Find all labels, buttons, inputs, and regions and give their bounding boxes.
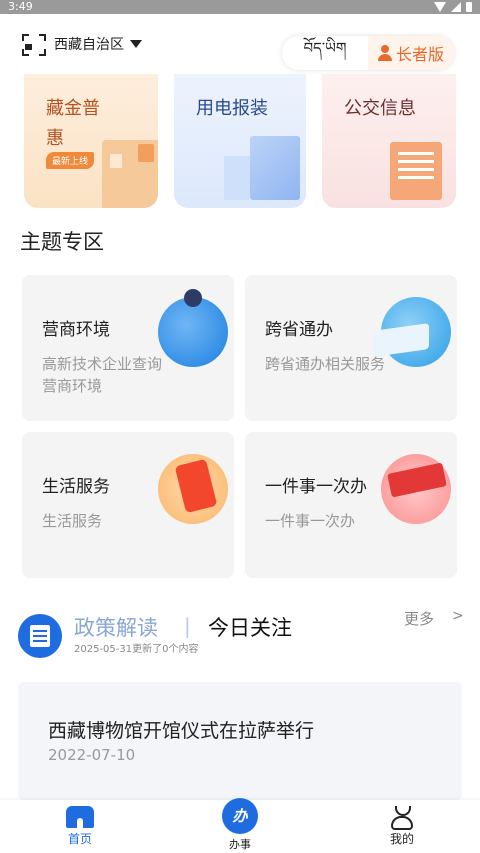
tile-business-environment[interactable]: 营商环境 高新技术企业查询营商环境 xyxy=(22,275,234,421)
battery-icon xyxy=(466,2,472,12)
tile-description: 生活服务 xyxy=(42,512,103,530)
banner-title: 公交信息 xyxy=(344,98,416,119)
tab-today-focus[interactable]: 今日关注 xyxy=(208,612,292,642)
status-bar: 3:49 xyxy=(0,0,480,14)
nav-mine[interactable]: 我的 xyxy=(372,806,432,847)
phone-hand-icon xyxy=(158,454,228,524)
bottom-nav: 首页 办 办事 我的 xyxy=(0,798,480,853)
nav-home[interactable]: 首页 xyxy=(50,806,110,847)
update-note: 2025-05-31更新了0个内容 xyxy=(74,644,199,655)
section-title: 主题专区 xyxy=(20,230,104,254)
tile-description: 高新技术企业查询营商环境 xyxy=(42,355,163,395)
header: 西藏自治区 བོད་ཡིག 长者版 xyxy=(0,14,480,74)
new-badge: 最新上线 xyxy=(46,152,95,169)
tibetan-label: བོད་ཡིག xyxy=(303,39,347,57)
home-icon xyxy=(66,806,94,828)
user-icon xyxy=(391,806,413,830)
document-illustration-icon xyxy=(390,142,442,200)
tile-title: 营商环境 xyxy=(42,320,110,340)
chevron-right-icon[interactable]: > xyxy=(452,608,464,624)
banner-title: 用电报装 xyxy=(196,98,268,119)
status-icons xyxy=(434,2,472,12)
news-title: 西藏博物馆开馆仪式在拉萨举行 xyxy=(48,720,315,742)
graduation-cap-icon xyxy=(381,454,451,524)
signal-icon xyxy=(451,2,461,12)
banner-card-electricity[interactable]: 用电报装 xyxy=(174,74,306,208)
nav-home-label: 首页 xyxy=(67,832,92,846)
nav-mine-label: 我的 xyxy=(389,832,414,846)
tile-title: 生活服务 xyxy=(42,477,110,497)
banner-card-bus[interactable]: 公交信息 xyxy=(322,74,456,208)
region-label: 西藏自治区 xyxy=(54,37,124,53)
tab-divider: | xyxy=(184,614,191,638)
tile-title: 一件事一次办 xyxy=(265,477,367,497)
tile-description: 跨省通办相关服务 xyxy=(265,355,386,373)
status-time: 3:49 xyxy=(8,0,33,13)
region-selector[interactable]: 西藏自治区 xyxy=(54,34,142,54)
tile-description: 一件事一次办 xyxy=(265,512,356,530)
scan-icon[interactable] xyxy=(22,34,46,56)
nav-work[interactable]: 办 办事 xyxy=(210,798,270,852)
business-person-icon xyxy=(158,289,228,367)
work-icon: 办 xyxy=(222,798,258,834)
elder-version-button[interactable]: 长者版 xyxy=(368,36,454,70)
news-date: 2022-07-10 xyxy=(48,746,136,764)
tile-cross-province[interactable]: 跨省通办 跨省通办相关服务 xyxy=(245,275,457,421)
building-illustration-icon xyxy=(224,136,300,200)
more-link[interactable]: 更多 xyxy=(404,608,434,629)
nav-work-label: 办事 xyxy=(229,838,251,851)
banner-card-zangjin[interactable]: 藏金普惠 最新上线 xyxy=(24,74,158,208)
elder-label: 长者版 xyxy=(395,45,444,64)
caret-down-icon xyxy=(130,40,142,48)
news-item[interactable]: 西藏博物馆开馆仪式在拉萨举行 2022-07-10 xyxy=(18,682,462,800)
language-switch: བོད་ཡིག 长者版 xyxy=(282,36,454,70)
person-icon xyxy=(377,45,392,61)
news-icon xyxy=(18,614,62,658)
tile-life-services[interactable]: 生活服务 生活服务 xyxy=(22,432,234,578)
wifi-icon xyxy=(434,2,446,12)
house-illustration-icon xyxy=(102,140,158,208)
tab-policy-interpretation[interactable]: 政策解读 xyxy=(74,612,158,642)
tile-one-thing[interactable]: 一件事一次办 一件事一次办 xyxy=(245,432,457,578)
tibetan-version-button[interactable]: བོད་ཡིག xyxy=(282,36,368,70)
open-book-icon xyxy=(381,297,451,367)
tile-title: 跨省通办 xyxy=(265,320,333,340)
